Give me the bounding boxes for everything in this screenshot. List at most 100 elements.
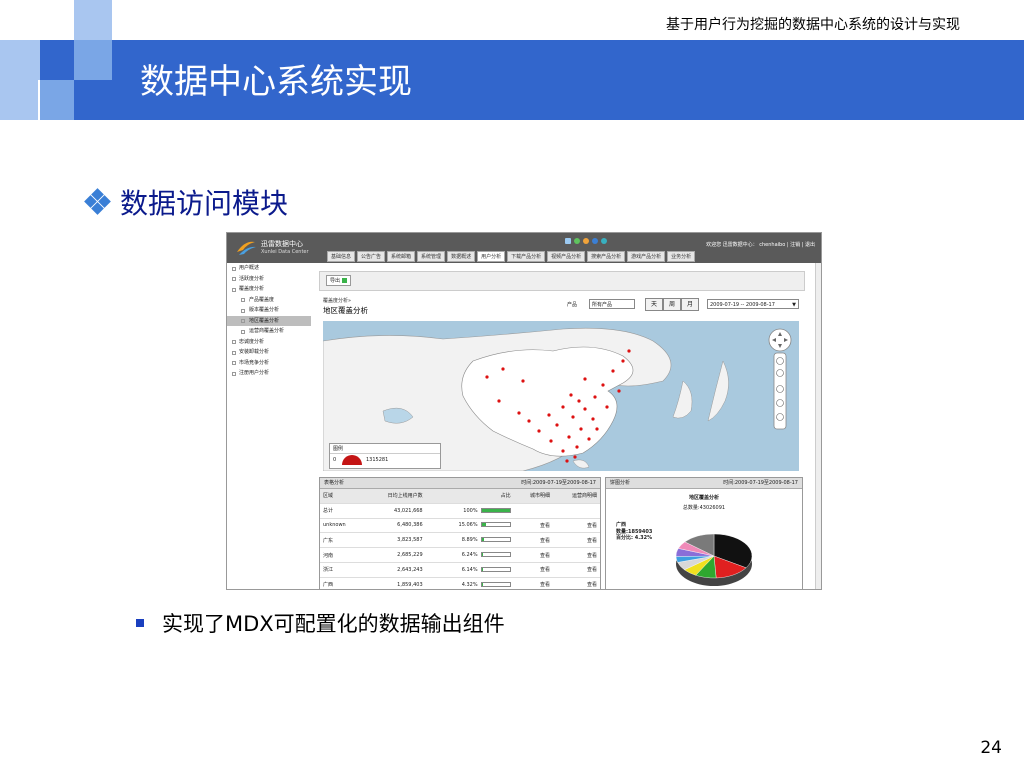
- region-cell: 河南: [320, 547, 364, 563]
- col-header[interactable]: 日均上线用户数: [363, 489, 426, 504]
- city-detail-link-text: 查看: [539, 537, 550, 544]
- green-icon[interactable]: [574, 238, 580, 244]
- xunlei-logo-icon: [237, 241, 256, 255]
- isp-detail-link-text: 查看: [586, 522, 597, 529]
- sidebar-item-label: 市场竞争分析: [239, 359, 270, 366]
- nav-tab[interactable]: 数据概述: [447, 251, 476, 262]
- period-month-button[interactable]: 月: [681, 298, 699, 311]
- share-cell: 4.32%: [425, 577, 514, 589]
- sidebar-item[interactable]: 覆盖度分析: [227, 284, 311, 295]
- product-select[interactable]: 所有产品: [589, 299, 635, 309]
- city-detail-link-text: 查看: [539, 582, 550, 589]
- isp-detail-link[interactable]: 查看: [552, 547, 600, 563]
- pie-panel: 饼图分析 时间:2009-07-19至2009-08-17 地区覆盖分析 总数量…: [605, 477, 803, 590]
- share-progress-bar: [480, 522, 511, 528]
- city-detail-link[interactable]: 查看: [513, 532, 553, 549]
- sidebar-item[interactable]: 地区覆盖分析: [227, 315, 311, 326]
- tree-node-icon: [241, 308, 245, 313]
- tree-node-icon: [232, 340, 236, 344]
- users-cell: 6,480,386: [363, 518, 426, 534]
- users-cell-text: 6,480,386: [397, 522, 423, 529]
- city-detail-link-text: 查看: [539, 567, 550, 574]
- period-week-button[interactable]: 周: [663, 298, 681, 311]
- isp-detail-link[interactable]: 查看: [552, 518, 600, 534]
- vertical-scrollbar[interactable]: [815, 263, 821, 589]
- slide-header-text: 基于用户行为挖掘的数据中心系统的设计与实现: [666, 17, 960, 33]
- blue-icon[interactable]: [592, 238, 598, 244]
- legend-max: 1315281: [366, 457, 389, 463]
- region-cell: unknown: [320, 518, 364, 534]
- nav-tab[interactable]: 用户分析: [477, 251, 506, 262]
- nav-tab[interactable]: 下载产品分析: [507, 251, 546, 262]
- nav-tab[interactable]: 搜索产品分析: [587, 251, 626, 262]
- sidebar-item[interactable]: 安装卸载分析: [227, 347, 311, 358]
- nav-tab[interactable]: 视频产品分析: [547, 251, 586, 262]
- city-detail-link[interactable]: 查看: [513, 518, 553, 534]
- date-range-picker[interactable]: 2009-07-19 -- 2009-08-17 ▼: [707, 299, 799, 309]
- sidebar-item[interactable]: 版本覆盖分析: [227, 305, 311, 316]
- share-cell: 8.89%: [425, 532, 514, 549]
- sidebar-item[interactable]: 产品覆盖度: [227, 295, 311, 306]
- users-cell-text: 2,685,229: [397, 552, 423, 559]
- china-map[interactable]: 图例 0 1315281: [323, 321, 799, 471]
- sidebar-item[interactable]: 忠诚度分析: [227, 337, 311, 348]
- isp-detail-link: [552, 503, 600, 519]
- city-detail-link[interactable]: 查看: [513, 577, 553, 589]
- table-row: 河南 2,685,229 6.24% 查看 查看: [320, 547, 600, 563]
- sidebar-item[interactable]: 活跃度分析: [227, 274, 311, 285]
- tree-node-icon: [232, 361, 236, 365]
- home-icon[interactable]: [565, 238, 571, 244]
- page-number: 24: [980, 738, 1002, 758]
- app-screenshot: 迅雷数据中心 Xunlei Data Center 欢迎您 迅雷数据中心： ch…: [226, 232, 822, 590]
- export-button[interactable]: 导出: [326, 275, 351, 286]
- user-info: 欢迎您 迅雷数据中心： chenhaibo | 注销 | 退出: [706, 242, 815, 248]
- col-header[interactable]: 区域: [320, 489, 364, 504]
- share-cell: 15.06%: [425, 518, 514, 534]
- users-cell: 2,685,229: [363, 547, 426, 563]
- users-cell-text: 2,643,243: [397, 566, 423, 573]
- breadcrumb[interactable]: 覆盖度分析»: [323, 297, 351, 304]
- users-cell-text: 43,021,668: [393, 507, 423, 514]
- nav-tab[interactable]: 系统邮箱: [387, 251, 416, 262]
- orange-icon[interactable]: [583, 238, 589, 244]
- city-detail-link[interactable]: 查看: [513, 547, 553, 563]
- nav-tab[interactable]: 业务分析: [667, 251, 696, 262]
- region-cell-text: 总计: [323, 508, 334, 515]
- region-cell: 浙江: [320, 562, 364, 578]
- pie-chart[interactable]: [606, 478, 802, 590]
- region-cell-text: 广西: [323, 582, 334, 589]
- share-cell-text: 6.14%: [461, 566, 478, 573]
- isp-detail-link-text: 查看: [586, 582, 597, 589]
- sidebar-item[interactable]: 用户概述: [227, 263, 311, 274]
- nav-tab[interactable]: 游戏产品分析: [627, 251, 666, 262]
- nav-tab[interactable]: 基础信息: [327, 251, 356, 262]
- export-label: 导出: [330, 278, 341, 284]
- share-cell-text: 15.06%: [458, 522, 478, 529]
- map-zoom-control[interactable]: [767, 327, 793, 431]
- share-cell-text: 100%: [463, 507, 478, 514]
- sidebar-item[interactable]: 注册用户分析: [227, 368, 311, 379]
- col-header: 城市明细: [513, 489, 553, 504]
- city-detail-link-text: 查看: [539, 552, 550, 559]
- nav-tabs: 基础信息 公告广告 系统邮箱 系统管理 数据概述 用户分析 下载产品分析 视频产品分析 搜索产品…: [327, 251, 696, 262]
- sidebar-item[interactable]: 市场竞争分析: [227, 358, 311, 369]
- isp-detail-link[interactable]: 查看: [552, 577, 600, 589]
- share-cell: 100%: [425, 503, 514, 519]
- sidebar-item[interactable]: 运营商覆盖分析: [227, 326, 311, 337]
- isp-detail-link[interactable]: 查看: [552, 532, 600, 549]
- isp-detail-link[interactable]: 查看: [552, 562, 600, 578]
- region-cell: 广西: [320, 577, 364, 589]
- sidebar-item-label: 覆盖度分析: [239, 286, 265, 292]
- city-detail-link[interactable]: 查看: [513, 562, 553, 578]
- app-header: 迅雷数据中心 Xunlei Data Center 欢迎您 迅雷数据中心： ch…: [227, 233, 821, 263]
- col-header[interactable]: 占比: [425, 489, 514, 504]
- legend-marker-icon: [342, 455, 362, 465]
- nav-tab[interactable]: 系统管理: [417, 251, 446, 262]
- share-cell: 6.24%: [425, 547, 514, 563]
- share-progress-bar: [480, 566, 511, 572]
- map-legend: 图例 0 1315281: [329, 443, 441, 469]
- teal-icon[interactable]: [601, 238, 607, 244]
- period-day-button[interactable]: 天: [645, 298, 663, 311]
- nav-tab[interactable]: 公告广告: [357, 251, 386, 262]
- sidebar-item-label: 活跃度分析: [239, 275, 265, 282]
